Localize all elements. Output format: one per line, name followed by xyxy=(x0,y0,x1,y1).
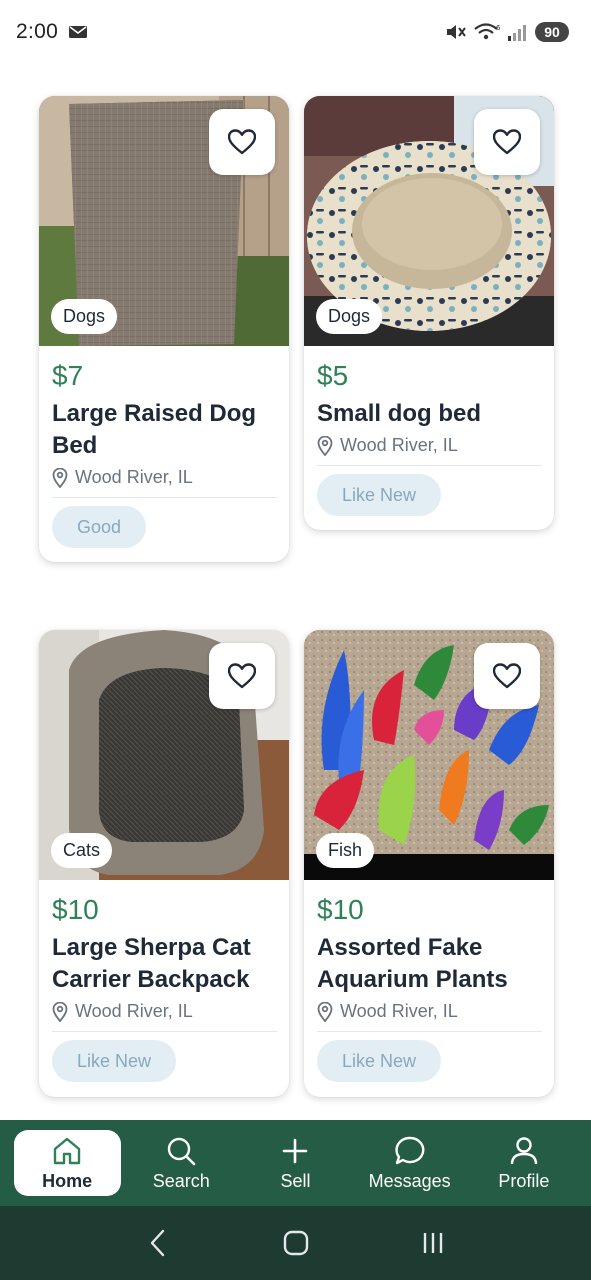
listing-location: Wood River, IL xyxy=(317,1001,542,1032)
status-bar: 2:00 6 90 xyxy=(0,0,591,64)
listing-price: $7 xyxy=(52,360,84,391)
listing-image[interactable]: Dogs xyxy=(39,96,289,346)
category-badge: Cats xyxy=(51,833,113,868)
condition-badge: Like New xyxy=(52,1040,177,1082)
recents-icon[interactable] xyxy=(417,1227,449,1259)
listing-price: $10 xyxy=(52,894,99,925)
location-pin-icon xyxy=(317,435,333,456)
home-icon xyxy=(53,1137,81,1164)
chat-bubble-icon xyxy=(395,1136,425,1164)
listing-title[interactable]: Assorted Fake Aquarium Plants xyxy=(317,932,542,996)
favorite-button[interactable] xyxy=(474,109,540,175)
listing-title[interactable]: Large Sherpa Cat Carrier Backpack xyxy=(52,932,277,996)
listing-details: $5 Small dog bed Wood River, IL Like New xyxy=(304,346,554,530)
listing-location: Wood River, IL xyxy=(52,467,277,498)
home-circle-icon[interactable] xyxy=(280,1227,312,1259)
listing-location: Wood River, IL xyxy=(52,1001,277,1032)
nav-item-label: Profile xyxy=(498,1170,550,1191)
listing-card[interactable]: Cats $10 Large Sherpa Cat Carrier Backpa… xyxy=(39,630,289,1097)
system-nav-bar xyxy=(0,1206,591,1280)
cell-signal-icon xyxy=(508,25,526,41)
listing-price: $5 xyxy=(317,360,349,391)
category-badge: Fish xyxy=(316,833,375,868)
listing-image[interactable]: Dogs xyxy=(304,96,554,346)
location-pin-icon xyxy=(52,1001,68,1022)
listing-card[interactable]: Fish $10 Assorted Fake Aquarium Plants W… xyxy=(304,630,554,1097)
plus-icon xyxy=(283,1138,308,1163)
search-icon xyxy=(168,1137,196,1165)
nav-item-label: Sell xyxy=(280,1170,311,1191)
listing-image[interactable]: Cats xyxy=(39,630,289,880)
heart-icon xyxy=(228,129,256,155)
favorite-button[interactable] xyxy=(209,643,275,709)
wifi-icon: 6 xyxy=(474,23,501,40)
battery-indicator: 90 xyxy=(535,22,569,42)
back-icon[interactable] xyxy=(143,1227,175,1259)
nav-item-profile[interactable]: Profile xyxy=(470,1130,577,1196)
listing-card[interactable]: Dogs $5 Small dog bed Wood River, IL Lik… xyxy=(304,96,554,530)
location-text: Wood River, IL xyxy=(75,467,193,487)
location-text: Wood River, IL xyxy=(340,1001,458,1021)
heart-icon xyxy=(493,663,521,689)
status-time: 2:00 xyxy=(16,20,59,43)
favorite-button[interactable] xyxy=(474,643,540,709)
status-left: 2:00 xyxy=(16,20,88,44)
nav-item-label: Home xyxy=(42,1170,93,1191)
listing-card[interactable]: Dogs $7 Large Raised Dog Bed Wood River,… xyxy=(39,96,289,562)
listing-price: $10 xyxy=(317,894,364,925)
user-icon xyxy=(510,1136,538,1164)
location-pin-icon xyxy=(52,467,68,488)
location-pin-icon xyxy=(317,1001,333,1022)
nav-item-sell[interactable]: Sell xyxy=(242,1130,349,1196)
nav-item-messages[interactable]: Messages xyxy=(356,1130,463,1196)
listing-location: Wood River, IL xyxy=(317,435,542,466)
condition-badge: Like New xyxy=(317,1040,442,1082)
favorite-button[interactable] xyxy=(209,109,275,175)
nav-item-home[interactable]: Home xyxy=(13,1130,121,1196)
nav-item-search[interactable]: Search xyxy=(128,1130,235,1196)
listing-details: $7 Large Raised Dog Bed Wood River, IL G… xyxy=(39,346,289,562)
listing-feed[interactable]: Dogs $7 Large Raised Dog Bed Wood River,… xyxy=(0,64,591,1120)
location-text: Wood River, IL xyxy=(75,1001,193,1021)
mute-icon xyxy=(447,25,466,39)
listing-details: $10 Large Sherpa Cat Carrier Backpack Wo… xyxy=(39,880,289,1096)
heart-icon xyxy=(493,129,521,155)
bottom-nav: Home Search Sell Messages Profile xyxy=(0,1120,591,1206)
listing-details: $10 Assorted Fake Aquarium Plants Wood R… xyxy=(304,880,554,1096)
condition-badge: Like New xyxy=(317,474,442,516)
mail-notification-icon xyxy=(69,26,88,38)
listing-title[interactable]: Small dog bed xyxy=(317,398,542,430)
heart-icon xyxy=(228,663,256,689)
nav-item-label: Messages xyxy=(368,1170,451,1191)
location-text: Wood River, IL xyxy=(340,435,458,455)
listing-title[interactable]: Large Raised Dog Bed xyxy=(52,398,277,462)
category-badge: Dogs xyxy=(316,299,383,334)
listing-image[interactable]: Fish xyxy=(304,630,554,880)
nav-item-label: Search xyxy=(152,1170,210,1191)
category-badge: Dogs xyxy=(51,299,118,334)
condition-badge: Good xyxy=(52,506,147,548)
status-right: 6 90 xyxy=(445,22,569,42)
svg-text:6: 6 xyxy=(496,24,501,32)
